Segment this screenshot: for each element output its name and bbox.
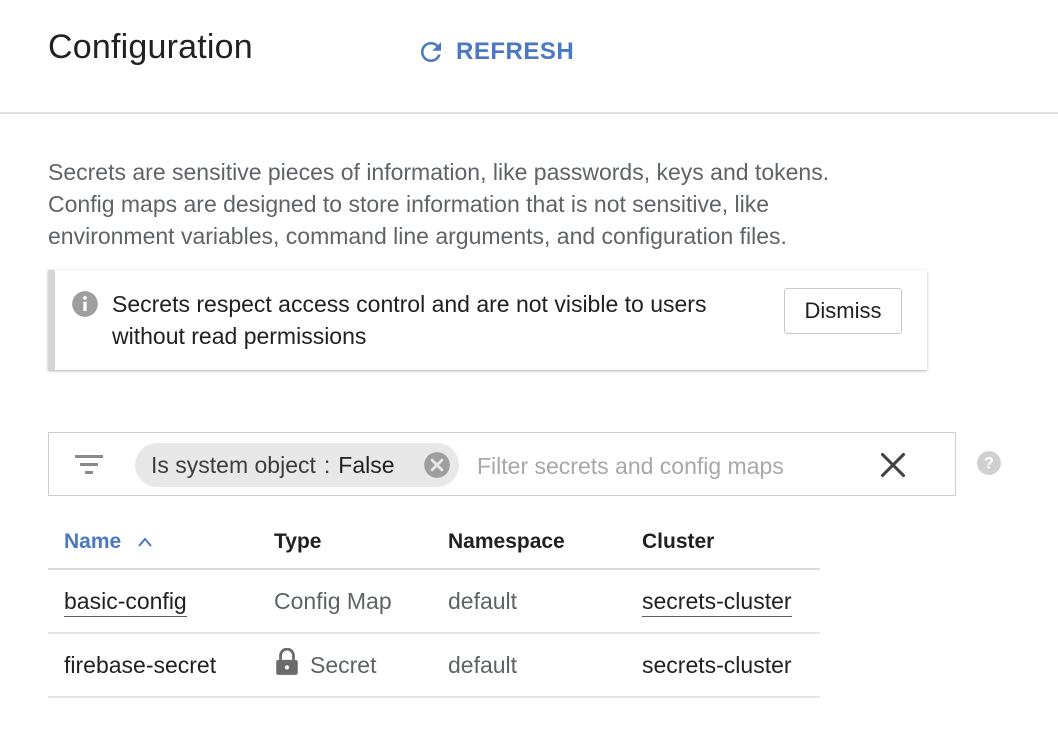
column-header-type[interactable]: Type: [274, 516, 448, 570]
refresh-button[interactable]: REFRESH: [416, 34, 574, 70]
chip-value: False: [338, 451, 395, 478]
notice-line: Secrets respect access control and are n…: [112, 291, 707, 317]
row-type: Config Map: [274, 569, 448, 634]
svg-text:?: ?: [984, 454, 994, 472]
refresh-label: REFRESH: [456, 38, 575, 65]
info-icon: [71, 290, 99, 323]
table-row[interactable]: firebase-secret Secret default secrets-c…: [48, 633, 820, 698]
table-row[interactable]: basic-config Config Map default secrets-…: [48, 569, 820, 634]
description-line: Secrets are sensitive pieces of informat…: [48, 159, 830, 185]
refresh-icon: [416, 37, 446, 67]
description-line: environment variables, command line argu…: [48, 223, 787, 249]
column-header-namespace[interactable]: Namespace: [448, 516, 642, 570]
filter-chip[interactable]: Is system object : False: [135, 443, 459, 487]
info-notice: Secrets respect access control and are n…: [48, 270, 927, 370]
secrets-table: Name Type Namespace Cluster basic-config…: [48, 516, 820, 698]
page-description: Secrets are sensitive pieces of informat…: [48, 156, 928, 252]
filter-icon[interactable]: [75, 452, 103, 481]
table-header-row: Name Type Namespace Cluster: [48, 516, 820, 570]
notice-message: Secrets respect access control and are n…: [112, 288, 762, 352]
dismiss-button[interactable]: Dismiss: [784, 288, 902, 334]
chip-separator: :: [323, 451, 331, 478]
filter-input[interactable]: [475, 445, 859, 487]
chip-key: Is system object: [151, 451, 316, 478]
row-cluster-link[interactable]: secrets-cluster: [642, 587, 792, 617]
row-type: Secret: [310, 651, 377, 678]
column-header-label: Name: [64, 529, 122, 553]
filter-bar: Is system object : False: [48, 432, 956, 496]
row-namespace: default: [448, 569, 642, 634]
row-namespace: default: [448, 633, 642, 698]
close-circle-icon[interactable]: [423, 451, 451, 485]
row-name-link[interactable]: basic-config: [64, 587, 187, 617]
column-header-cluster[interactable]: Cluster: [642, 516, 820, 570]
column-header-name[interactable]: Name: [48, 516, 274, 570]
help-icon[interactable]: ?: [976, 450, 1002, 481]
page-header: Configuration REFRESH: [0, 0, 1058, 114]
row-cluster: secrets-cluster: [642, 633, 820, 698]
chevron-up-icon: [137, 530, 153, 554]
page-title: Configuration: [48, 28, 253, 66]
notice-line: without read permissions: [112, 323, 367, 349]
row-name[interactable]: firebase-secret: [48, 633, 274, 698]
close-icon[interactable]: [879, 451, 907, 484]
lock-icon: [274, 647, 300, 682]
description-line: Config maps are designed to store inform…: [48, 191, 770, 217]
